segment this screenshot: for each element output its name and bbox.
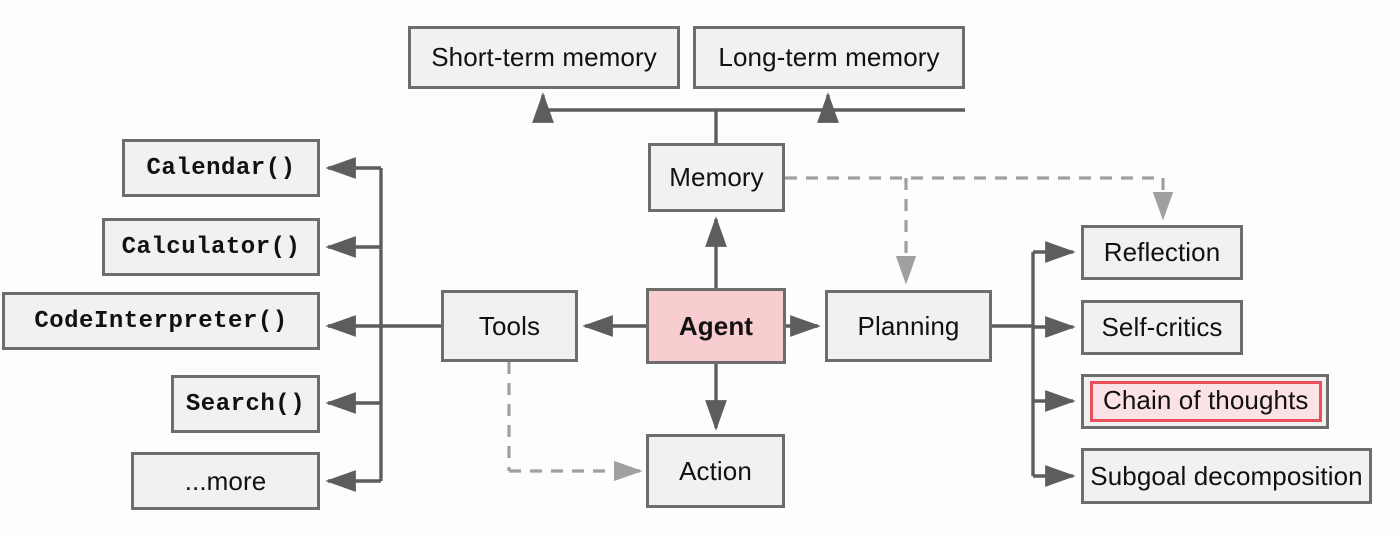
node-label: CodeInterpreter() <box>34 307 288 335</box>
node-action[interactable]: Action <box>646 434 785 508</box>
node-tool-calendar[interactable]: Calendar() <box>122 139 320 197</box>
node-tool-calculator[interactable]: Calculator() <box>102 218 320 276</box>
node-label: Chain of thoughts <box>1103 384 1309 415</box>
node-memory[interactable]: Memory <box>648 143 785 212</box>
node-label: Memory <box>669 162 764 192</box>
node-label: Calendar() <box>146 154 296 182</box>
node-label: Reflection <box>1103 237 1221 267</box>
node-short-term-memory[interactable]: Short-term memory <box>408 26 680 89</box>
node-label: Self-critics <box>1101 312 1223 342</box>
node-label: Action <box>679 455 752 486</box>
node-planning-subgoal-decomposition[interactable]: Subgoal decomposition <box>1081 448 1372 504</box>
node-label: Planning <box>857 310 960 341</box>
node-label: Agent <box>678 310 754 341</box>
node-agent[interactable]: Agent <box>646 288 786 364</box>
node-label: Long-term memory <box>718 42 940 72</box>
diagram-canvas: Short-term memory Long-term memory Memor… <box>0 0 1400 534</box>
node-tool-more[interactable]: ...more <box>131 452 320 510</box>
node-tool-search[interactable]: Search() <box>171 375 320 433</box>
node-tools[interactable]: Tools <box>441 290 578 362</box>
node-label: Tools <box>478 310 541 341</box>
node-label: ...more <box>184 465 267 496</box>
node-planning-reflection[interactable]: Reflection <box>1081 225 1243 280</box>
node-label: Subgoal decomposition <box>1090 460 1363 491</box>
node-planning-chain-of-thoughts[interactable]: Chain of thoughts <box>1081 374 1329 429</box>
node-tool-codeinterpreter[interactable]: CodeInterpreter() <box>2 292 320 350</box>
node-planning[interactable]: Planning <box>825 290 992 362</box>
node-planning-self-critics[interactable]: Self-critics <box>1081 300 1243 355</box>
highlight-box: Chain of thoughts <box>1090 380 1322 423</box>
node-label: Short-term memory <box>431 42 657 72</box>
node-long-term-memory[interactable]: Long-term memory <box>693 26 965 89</box>
node-label: Calculator() <box>121 233 301 261</box>
node-label: Search() <box>185 390 306 418</box>
